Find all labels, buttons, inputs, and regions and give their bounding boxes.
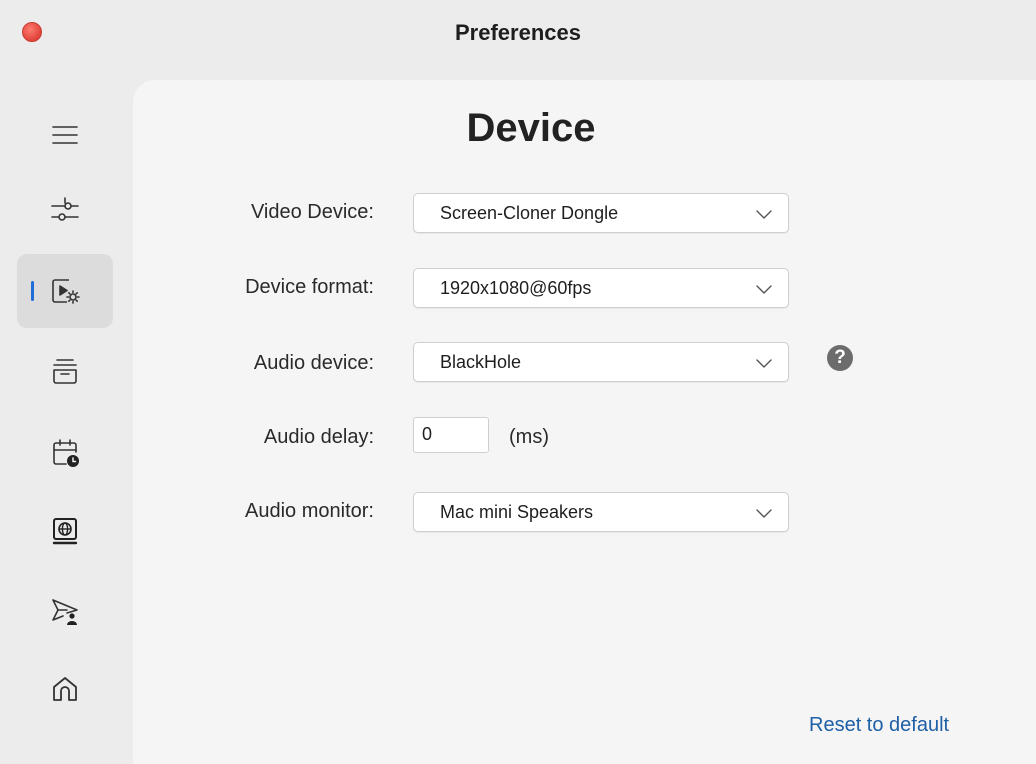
help-icon[interactable]: ? xyxy=(827,345,853,371)
audio-monitor-value: Mac mini Speakers xyxy=(440,502,594,522)
send-user-icon xyxy=(52,599,78,625)
chevron-down-icon xyxy=(756,509,772,518)
archive-icon xyxy=(53,359,77,384)
device-settings-panel: Device Video Device: Screen-Cloner Dongl… xyxy=(133,80,1036,764)
sidebar-item-general[interactable] xyxy=(17,174,113,248)
sidebar-item-schedule[interactable] xyxy=(17,416,113,490)
web-screen-icon xyxy=(52,518,78,545)
sidebar-item-device[interactable] xyxy=(17,254,113,328)
title-bar: Preferences xyxy=(0,0,1036,70)
menu-icon xyxy=(52,126,78,144)
video-device-value: Screen-Cloner Dongle xyxy=(440,203,619,223)
device-format-value: 1920x1080@60fps xyxy=(440,278,592,298)
audio-device-label: Audio device: xyxy=(253,352,374,374)
audio-device-value: BlackHole xyxy=(440,352,522,372)
audio-delay-input[interactable]: 0 xyxy=(413,417,489,453)
reset-to-default-link[interactable]: Reset to default xyxy=(809,714,949,737)
device-format-select[interactable]: 1920x1080@60fps xyxy=(413,268,789,308)
audio-delay-unit: (ms) xyxy=(509,426,549,448)
sidebar-item-archive[interactable] xyxy=(17,334,113,408)
sidebar-item-menu[interactable] xyxy=(17,98,113,172)
active-indicator xyxy=(31,281,34,301)
audio-device-select[interactable]: BlackHole xyxy=(413,342,789,382)
chevron-down-icon xyxy=(756,210,772,219)
sidebar xyxy=(0,80,130,764)
calendar-clock-icon xyxy=(53,439,79,467)
device-format-label: Device format: xyxy=(245,276,374,298)
sidebar-item-web[interactable] xyxy=(17,494,113,568)
chevron-down-icon xyxy=(756,285,772,294)
audio-delay-label: Audio delay: xyxy=(263,426,374,448)
video-device-select[interactable]: Screen-Cloner Dongle xyxy=(413,193,789,233)
chevron-down-icon xyxy=(756,359,772,368)
sidebar-item-share[interactable] xyxy=(17,574,113,648)
sidebar-item-home[interactable] xyxy=(17,652,113,726)
audio-monitor-label: Audio monitor: xyxy=(245,500,374,522)
window-title: Preferences xyxy=(455,20,581,45)
audio-monitor-select[interactable]: Mac mini Speakers xyxy=(413,492,789,532)
video-settings-icon xyxy=(52,279,80,304)
video-device-label: Video Device: xyxy=(250,201,374,223)
page-title: Device xyxy=(466,106,596,150)
sliders-icon xyxy=(51,197,79,221)
home-icon xyxy=(53,677,77,701)
